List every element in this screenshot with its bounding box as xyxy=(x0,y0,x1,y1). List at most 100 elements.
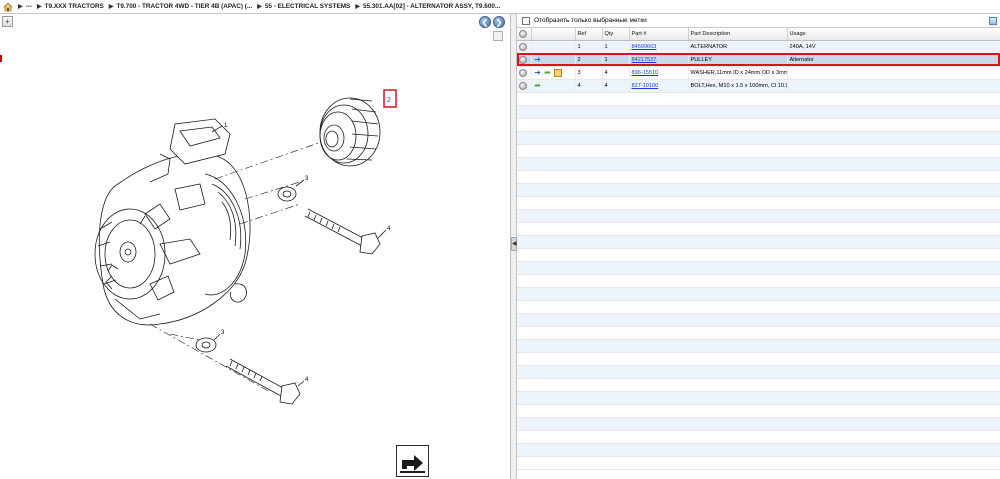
description-cell: WASHER,11mm ID x 24mm OD x 3mm Thi xyxy=(688,66,788,80)
empty-row xyxy=(517,275,1000,288)
breadcrumb-item[interactable]: ▶ 55 - ELECTRICAL SYSTEMS xyxy=(257,3,350,10)
select-all-header[interactable] xyxy=(517,28,532,41)
exploded-view-drawing[interactable]: 1 3 4 3 4 2 xyxy=(0,14,511,479)
empty-row xyxy=(517,314,1000,327)
usage-cell: Alternator xyxy=(787,53,1000,67)
swap-icon[interactable]: ➜ xyxy=(534,68,542,77)
washer-drawing[interactable] xyxy=(195,337,217,353)
breadcrumb-label[interactable]: 55 - ELECTRICAL SYSTEMS xyxy=(265,3,350,10)
row-icons-cell: ➦ xyxy=(531,79,576,93)
breadcrumb-arrow-icon: ▶ xyxy=(18,4,23,10)
usage-cell xyxy=(787,79,1000,93)
empty-row xyxy=(517,197,1000,210)
column-header-part[interactable]: Part # xyxy=(629,28,689,41)
breadcrumb-arrow-icon: ▶ xyxy=(355,4,360,10)
empty-row xyxy=(517,301,1000,314)
part-number-link[interactable]: 896-15510 xyxy=(632,70,659,76)
export-icon[interactable] xyxy=(989,17,997,25)
part-cell: 84217537 xyxy=(629,53,689,67)
ref-cell: 2 xyxy=(575,53,603,67)
qty-cell: 4 xyxy=(602,66,630,80)
empty-row xyxy=(517,145,1000,158)
table-row[interactable]: ➦ 4 4 827-10100 BOLT,Hex, M10 x 1.5 x 10… xyxy=(517,79,1000,93)
empty-row xyxy=(517,340,1000,353)
empty-row xyxy=(517,106,1000,119)
table-row-selected[interactable]: ➜ 2 1 84217537 PULLEY Alternator xyxy=(517,53,1000,67)
empty-row xyxy=(517,119,1000,132)
go-arrow-icon xyxy=(400,455,425,473)
info-icon[interactable] xyxy=(519,42,527,51)
breadcrumb-arrow-icon: ▶ xyxy=(37,4,42,10)
empty-row xyxy=(517,93,1000,106)
callout-label[interactable]: 1 xyxy=(224,123,228,129)
row-select-cell xyxy=(517,66,532,80)
empty-row xyxy=(517,262,1000,275)
go-to-button[interactable] xyxy=(396,445,429,477)
show-selected-only-checkbox[interactable] xyxy=(522,16,530,25)
breadcrumb-label[interactable]: --- xyxy=(26,3,32,10)
row-icons-cell: ➜ xyxy=(531,53,576,67)
empty-row xyxy=(517,249,1000,262)
go-icon[interactable]: ➦ xyxy=(544,68,552,77)
row-icons-cell xyxy=(531,40,576,54)
column-header-description[interactable]: Part Description xyxy=(688,28,788,41)
empty-row xyxy=(517,405,1000,418)
breadcrumb-label[interactable]: 55.301.AA[02] - ALTERNATOR ASSY, T9.600.… xyxy=(363,3,500,10)
empty-row xyxy=(517,444,1000,457)
icons-header xyxy=(531,28,576,41)
callout-label[interactable]: 3 xyxy=(221,330,225,336)
callout-label[interactable]: 2 xyxy=(387,97,391,104)
empty-row xyxy=(517,223,1000,236)
empty-row xyxy=(517,132,1000,145)
part-number-link[interactable]: 84599663 xyxy=(632,44,657,50)
empty-row xyxy=(517,171,1000,184)
info-icon[interactable] xyxy=(519,68,527,77)
bolt-drawing[interactable] xyxy=(225,358,301,405)
home-icon[interactable] xyxy=(3,2,13,12)
part-number-link[interactable]: 84217537 xyxy=(632,57,657,63)
breadcrumb-item[interactable]: ▶ T9.XXX TRACTORS xyxy=(37,3,104,10)
row-select-cell xyxy=(517,40,532,54)
breadcrumb-item[interactable]: ▶ --- xyxy=(18,3,32,10)
pulley-drawing[interactable] xyxy=(319,97,381,167)
row-select-cell xyxy=(517,53,532,67)
alternator-drawing[interactable] xyxy=(94,118,251,326)
breadcrumb-item[interactable]: ▶ 55.301.AA[02] - ALTERNATOR ASSY, T9.600… xyxy=(355,3,500,10)
callout-label[interactable]: 4 xyxy=(305,377,309,383)
empty-row xyxy=(517,457,1000,470)
qty-cell: 1 xyxy=(602,53,630,67)
table-row[interactable]: ➜ ➦ 3 4 896-15510 WASHER,11mm ID x 24mm O… xyxy=(517,66,1000,80)
empty-row xyxy=(517,392,1000,405)
parts-table: Ref Qty Part # Part Description Usage 1 … xyxy=(517,28,1000,93)
breadcrumb-label[interactable]: T9.700 - TRACTOR 4WD - TIER 4B (APAC) (.… xyxy=(116,3,252,10)
info-icon[interactable] xyxy=(519,55,527,64)
description-cell: ALTERNATOR xyxy=(688,40,788,54)
part-number-link[interactable]: 827-10100 xyxy=(632,83,659,89)
row-icons-cell: ➜ ➦ xyxy=(531,66,576,80)
table-row[interactable]: 1 1 84599663 ALTERNATOR 240A, 14V xyxy=(517,40,1000,54)
column-header-ref[interactable]: Ref xyxy=(575,28,603,41)
note-icon[interactable] xyxy=(553,68,562,77)
row-select-cell xyxy=(517,79,532,93)
go-icon[interactable]: ➦ xyxy=(534,81,542,90)
show-selected-only-label: Отобразить только выбранные метки xyxy=(534,17,647,24)
column-header-usage[interactable]: Usage xyxy=(787,28,1000,41)
column-header-qty[interactable]: Qty xyxy=(602,28,630,41)
table-header-row: Ref Qty Part # Part Description Usage xyxy=(517,28,1000,41)
swap-icon[interactable]: ➜ xyxy=(534,55,542,64)
qty-cell: 4 xyxy=(602,79,630,93)
empty-row xyxy=(517,327,1000,340)
washer-drawing[interactable] xyxy=(277,186,297,202)
callout-label[interactable]: 3 xyxy=(305,176,309,182)
part-cell: 896-15510 xyxy=(629,66,689,80)
bolt-drawing[interactable] xyxy=(304,208,381,255)
empty-row xyxy=(517,184,1000,197)
info-icon[interactable] xyxy=(519,81,527,90)
empty-row xyxy=(517,431,1000,444)
breadcrumb-item[interactable]: ▶ T9.700 - TRACTOR 4WD - TIER 4B (APAC) (… xyxy=(109,3,252,10)
callout-label[interactable]: 4 xyxy=(387,226,391,232)
breadcrumb-label[interactable]: T9.XXX TRACTORS xyxy=(45,3,104,10)
description-cell: BOLT,Hex, M10 x 1.5 x 100mm, Cl 10.9 xyxy=(688,79,788,93)
empty-row xyxy=(517,379,1000,392)
empty-row xyxy=(517,210,1000,223)
